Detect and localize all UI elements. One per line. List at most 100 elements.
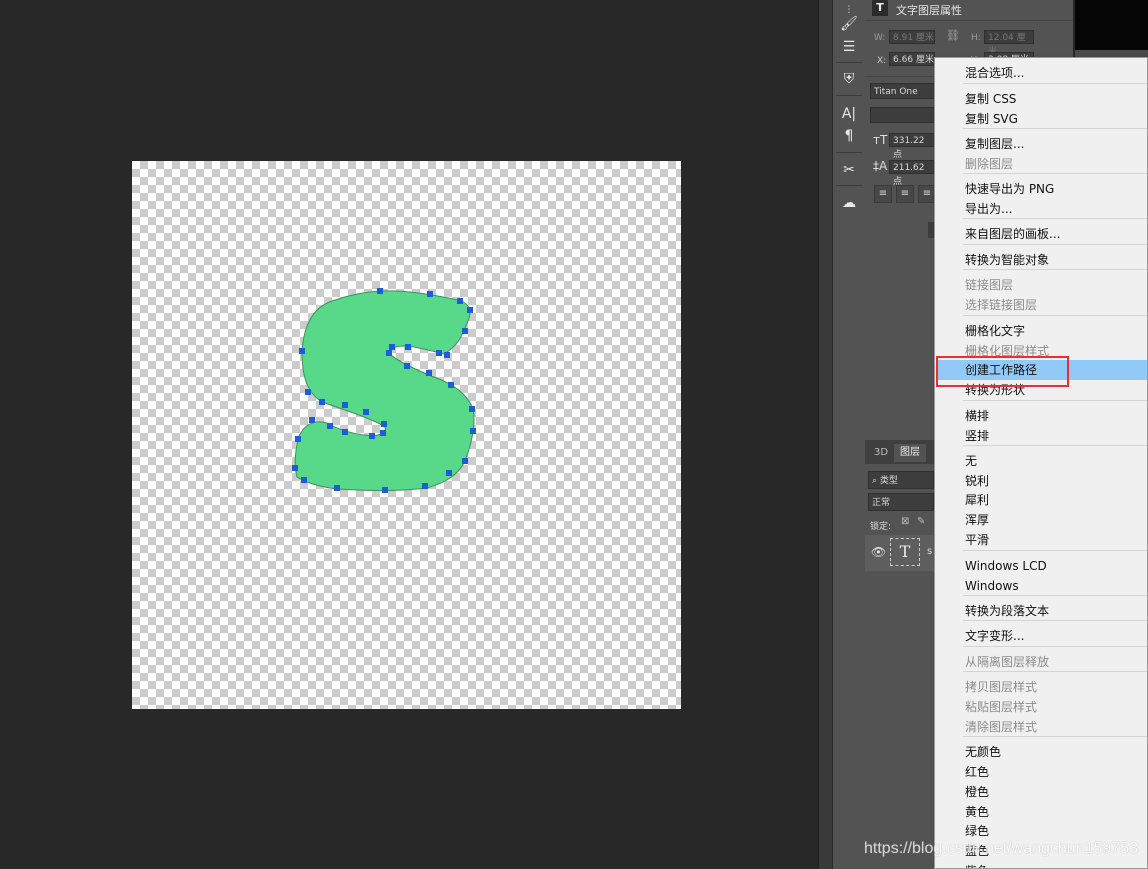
menu-item-25[interactable]: 文字变形...	[935, 626, 1147, 646]
menu-item-5[interactable]: 快速导出为 PNG	[935, 179, 1147, 199]
anchor-point[interactable]	[389, 344, 395, 350]
menu-item-34[interactable]: 绿色	[935, 821, 1147, 841]
anchor-point[interactable]	[382, 487, 388, 493]
menu-item-33[interactable]: 黄色	[935, 802, 1147, 822]
blend-mode-select[interactable]: 正常	[868, 493, 934, 511]
menu-item-16[interactable]: 竖排	[935, 426, 1147, 446]
anchor-point[interactable]	[305, 389, 311, 395]
anchor-point[interactable]	[319, 399, 325, 405]
transparent-canvas[interactable]	[132, 161, 681, 709]
anchor-point[interactable]	[404, 363, 410, 369]
anchor-point[interactable]	[301, 477, 307, 483]
menu-item-0[interactable]: 混合选项...	[935, 63, 1147, 83]
layer-context-menu: 混合选项... 复制 CSS 复制 SVG 复制图层... 删除图层 快速导出为 PNG 导…	[934, 57, 1148, 869]
font-size-icon: ᴛT	[873, 133, 888, 147]
letter-s-shape[interactable]	[294, 290, 475, 491]
anchor-point[interactable]	[422, 483, 428, 489]
anchor-point[interactable]	[327, 423, 333, 429]
anchor-point[interactable]	[462, 458, 468, 464]
anchor-point[interactable]	[309, 417, 315, 423]
document-workspace[interactable]	[0, 0, 818, 869]
anchor-point[interactable]	[448, 382, 454, 388]
menu-item-11[interactable]: 栅格化文字	[935, 321, 1147, 341]
menu-item-22[interactable]: Windows LCD	[935, 556, 1147, 576]
watermark-text: https://blog.csdn.net/wangchun159753	[864, 840, 1138, 857]
menu-item-31[interactable]: 红色	[935, 762, 1147, 782]
navigator-preview	[1075, 0, 1148, 50]
lock-brush-icon[interactable]: ✎	[917, 516, 925, 527]
anchor-point[interactable]	[469, 406, 475, 412]
font-style-select[interactable]	[870, 107, 940, 123]
anchor-point[interactable]	[363, 409, 369, 415]
width-field[interactable]: 8.91 厘米	[889, 30, 935, 44]
anchor-point[interactable]	[446, 470, 452, 476]
menu-item-3[interactable]: 复制图层...	[935, 134, 1147, 154]
anchor-point[interactable]	[380, 430, 386, 436]
leading-icon: ‡A	[873, 159, 888, 173]
font-size-field[interactable]: 331.22 点	[889, 133, 935, 160]
menu-item-8[interactable]: 转换为智能对象	[935, 250, 1147, 270]
menu-item-2[interactable]: 复制 SVG	[935, 109, 1147, 129]
properties-title: 文字图层属性	[896, 4, 962, 17]
link-icon[interactable]: ⛓	[946, 29, 960, 42]
menu-item-21[interactable]: 平滑	[935, 530, 1147, 550]
type-layer-icon: T	[872, 0, 888, 16]
layer-name[interactable]: s	[927, 546, 932, 557]
align-left-button[interactable]: ≡	[874, 185, 892, 203]
anchor-point[interactable]	[377, 288, 383, 294]
menu-item-23[interactable]: Windows	[935, 576, 1147, 596]
menu-item-19[interactable]: 犀利	[935, 490, 1147, 510]
anchor-point[interactable]	[292, 465, 298, 471]
tab-3d[interactable]: 3D	[868, 444, 894, 462]
anchor-point[interactable]	[342, 402, 348, 408]
menu-item-1[interactable]: 复制 CSS	[935, 89, 1147, 109]
anchor-point[interactable]	[457, 298, 463, 304]
anchor-point[interactable]	[436, 350, 442, 356]
menu-item-17[interactable]: 无	[935, 451, 1147, 471]
menu-item-32[interactable]: 橙色	[935, 782, 1147, 802]
menu-item-24[interactable]: 转换为段落文本	[935, 601, 1147, 621]
menu-item-10: 选择链接图层	[965, 298, 1038, 312]
menu-item-18[interactable]: 锐利	[935, 471, 1147, 491]
brush-settings-icon[interactable]: 🖌	[838, 14, 860, 34]
anchor-point[interactable]	[386, 350, 392, 356]
anchor-point[interactable]	[426, 370, 432, 376]
tool-presets-icon[interactable]: ✂	[838, 160, 860, 180]
adjustments-icon[interactable]: ☰	[838, 37, 860, 57]
anchor-point[interactable]	[299, 348, 305, 354]
anchor-point[interactable]	[462, 328, 468, 334]
menu-item-7[interactable]: 来自图层的画板...	[935, 224, 1147, 244]
eye-icon[interactable]: 👁	[871, 545, 886, 559]
anchor-point[interactable]	[467, 307, 473, 313]
panel-collapse-strip[interactable]	[818, 0, 833, 869]
menu-item-20[interactable]: 浑厚	[935, 510, 1147, 530]
tab-layers[interactable]: 图层	[894, 444, 926, 462]
creative-cloud-icon[interactable]: ☁	[838, 193, 860, 213]
leading-field[interactable]: 211.62 点	[889, 160, 935, 187]
clone-stamp-icon[interactable]: ⛨	[838, 69, 860, 89]
menu-item-6[interactable]: 导出为...	[935, 199, 1147, 219]
anchor-point[interactable]	[342, 429, 348, 435]
align-center-button[interactable]: ≡	[896, 185, 914, 203]
anchor-point[interactable]	[427, 291, 433, 297]
paragraph-icon[interactable]: ¶	[838, 126, 860, 146]
anchor-point[interactable]	[444, 352, 450, 358]
anchor-point[interactable]	[369, 433, 375, 439]
anchor-point[interactable]	[405, 344, 411, 350]
menu-item-36[interactable]: 紫色	[935, 861, 1147, 868]
anchor-point[interactable]	[334, 485, 340, 491]
layer-filter-select[interactable]: ⌕ 类型	[868, 471, 934, 489]
anchor-point[interactable]	[381, 421, 387, 427]
font-family-select[interactable]: Titan One	[870, 83, 940, 99]
anchor-point[interactable]	[295, 436, 301, 442]
menu-item-27: 拷贝图层样式	[965, 680, 1038, 694]
lock-pixels-icon[interactable]: ⊠	[901, 516, 909, 527]
character-icon[interactable]: A|	[838, 104, 860, 124]
letter-s-work-path[interactable]	[132, 161, 681, 709]
height-field[interactable]: 12.04 厘米	[984, 30, 1034, 57]
x-field[interactable]: 6.66 厘米	[889, 52, 935, 66]
anchor-point[interactable]	[470, 428, 476, 434]
menu-item-15[interactable]: 横排	[935, 406, 1147, 426]
menu-item-30[interactable]: 无颜色	[935, 742, 1147, 762]
dock-divider	[836, 95, 862, 96]
